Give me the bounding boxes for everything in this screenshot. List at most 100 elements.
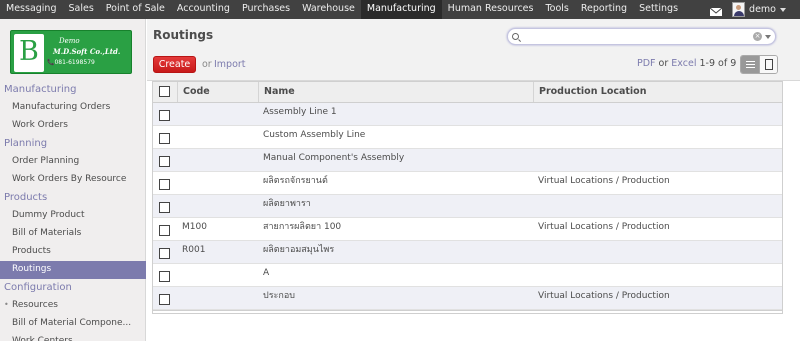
- sidebar-item-label: Products: [12, 246, 51, 256]
- cell-name: ผลิตรถจักรยานต์: [263, 176, 328, 186]
- select-all-checkbox[interactable]: [159, 86, 170, 97]
- sidebar-item-label: Routings: [12, 264, 52, 274]
- top-menu-item-manufacturing[interactable]: Manufacturing: [360, 0, 442, 19]
- top-menu-bar: Messaging Sales Point of Sale Accounting Pur…: [0, 0, 800, 19]
- top-menu-item-tools[interactable]: Tools: [539, 0, 574, 19]
- user-name[interactable]: demo: [749, 4, 776, 15]
- sidebar-item-work-orders-by-resource[interactable]: Work Orders By Resource: [0, 171, 146, 189]
- table-row[interactable]: Custom Assembly Line: [153, 126, 782, 149]
- sidebar-heading-products: Products: [4, 192, 48, 203]
- table-row[interactable]: ผลิตรถจักรยานต์ Virtual Locations / Produ…: [153, 172, 782, 195]
- sidebar-item-label: Work Orders By Resource: [12, 174, 127, 184]
- row-checkbox[interactable]: [159, 294, 170, 305]
- logo-phone: 📞081-6198579: [47, 59, 95, 66]
- top-menu-item-human-resources[interactable]: Human Resources: [442, 0, 540, 19]
- sidebar-item-routings[interactable]: Routings: [0, 261, 146, 279]
- row-checkbox[interactable]: [159, 202, 170, 213]
- sidebar-item-label: Order Planning: [12, 156, 80, 166]
- main-content: Routings × Create or Import PDF or Excel…: [147, 19, 800, 341]
- sidebar-item-label: Bill of Material Compone...: [12, 318, 132, 328]
- sidebar-item-resources[interactable]: • Resources: [0, 297, 146, 315]
- pdf-link[interactable]: PDF: [637, 58, 656, 69]
- sidebar-item-order-planning[interactable]: Order Planning: [0, 153, 146, 171]
- table-row[interactable]: A: [153, 264, 782, 287]
- table-row[interactable]: Manual Component's Assembly: [153, 149, 782, 172]
- logo-letter: B: [19, 36, 39, 67]
- row-checkbox[interactable]: [159, 271, 170, 282]
- logo-line-2: M.D.Soft Co.,Ltd.: [53, 47, 121, 56]
- page-title: Routings: [153, 28, 214, 42]
- cell-name: Assembly Line 1: [263, 107, 337, 117]
- sidebar-heading-manufacturing: Manufacturing: [4, 84, 77, 95]
- search-icon: [512, 33, 519, 40]
- list-view-button[interactable]: [741, 56, 759, 73]
- sidebar-item-products[interactable]: Products: [0, 243, 146, 261]
- list-view-icon: [746, 61, 755, 68]
- sidebar-item-bill-of-material-compone[interactable]: Bill of Material Compone...: [0, 315, 146, 333]
- row-checkbox[interactable]: [159, 179, 170, 190]
- search-options-caret-icon[interactable]: [765, 35, 771, 39]
- top-menu-item-accounting[interactable]: Accounting: [171, 0, 236, 19]
- cell-location: Virtual Locations / Production: [538, 291, 670, 301]
- table-footer: [153, 310, 782, 313]
- table-row[interactable]: Assembly Line 1: [153, 103, 782, 126]
- create-button[interactable]: Create: [153, 56, 196, 73]
- cell-name: ประกอบ: [263, 291, 295, 301]
- user-area: demo: [710, 0, 800, 19]
- column-header-code[interactable]: Code: [177, 82, 260, 102]
- row-checkbox[interactable]: [159, 156, 170, 167]
- top-menu-item-purchases[interactable]: Purchases: [236, 0, 296, 19]
- column-header-production-location[interactable]: Production Location: [533, 82, 782, 102]
- expand-bullet-icon: •: [4, 300, 9, 309]
- mail-icon[interactable]: [710, 8, 723, 16]
- company-logo[interactable]: B Demo M.D.Soft Co.,Ltd. 📞081-6198579: [10, 30, 132, 74]
- sidebar-item-dummy-product[interactable]: Dummy Product: [0, 207, 146, 225]
- table-row[interactable]: ผลิตยาพารา: [153, 195, 782, 218]
- sidebar-item-label: Work Centers: [12, 336, 73, 341]
- logo-mark: B: [14, 34, 44, 72]
- import-link[interactable]: Import: [214, 59, 246, 70]
- table-row[interactable]: ประกอบ Virtual Locations / Production: [153, 287, 782, 310]
- search-box[interactable]: ×: [507, 28, 776, 45]
- sidebar-item-label: Dummy Product: [12, 210, 85, 220]
- sidebar-item-label: Work Orders: [12, 120, 68, 130]
- excel-link[interactable]: Excel: [671, 58, 696, 69]
- sidebar-item-work-centers[interactable]: Work Centers: [0, 333, 146, 341]
- sidebar-heading-planning: Planning: [4, 138, 48, 149]
- row-checkbox[interactable]: [159, 110, 170, 121]
- clear-search-icon[interactable]: ×: [753, 32, 762, 41]
- top-menu-item-messaging[interactable]: Messaging: [0, 0, 62, 19]
- cell-code: R001: [182, 245, 206, 255]
- or-text-2: or: [658, 58, 669, 69]
- cell-name: A: [263, 268, 270, 278]
- row-checkbox[interactable]: [159, 133, 170, 144]
- avatar[interactable]: [732, 2, 746, 17]
- table-row[interactable]: R001 ผลิตยาอมสมุนไพร: [153, 241, 782, 264]
- pager-value[interactable]: 1-9 of 9: [700, 58, 737, 69]
- top-menu-item-point-of-sale[interactable]: Point of Sale: [100, 0, 171, 19]
- sidebar: B Demo M.D.Soft Co.,Ltd. 📞081-6198579 Ma…: [0, 19, 146, 341]
- form-view-icon: [764, 59, 773, 70]
- table-row[interactable]: M100 สายการผลิตยา 100 Virtual Locations / …: [153, 218, 782, 241]
- column-header-name[interactable]: Name: [258, 82, 533, 102]
- cell-name: ผลิตยาพารา: [263, 199, 311, 209]
- search-input[interactable]: [523, 30, 748, 43]
- user-menu-caret-icon[interactable]: [780, 7, 786, 12]
- view-switcher: [740, 55, 778, 74]
- top-menu-item-warehouse[interactable]: Warehouse: [296, 0, 361, 19]
- top-menu-item-reporting[interactable]: Reporting: [575, 0, 633, 19]
- row-checkbox[interactable]: [159, 225, 170, 236]
- scrollbar[interactable]: [783, 81, 800, 341]
- form-view-button[interactable]: [758, 56, 777, 73]
- routings-table: Code Name Production Location Assembly L…: [152, 81, 783, 314]
- or-text: or: [202, 59, 212, 70]
- export-and-pager: PDF or Excel 1-9 of 9: [637, 58, 736, 69]
- row-checkbox[interactable]: [159, 248, 170, 259]
- cell-name: สายการผลิตยา 100: [263, 222, 342, 232]
- cell-location: Virtual Locations / Production: [538, 176, 670, 186]
- sidebar-item-work-orders[interactable]: Work Orders: [0, 117, 146, 135]
- top-menu-item-settings[interactable]: Settings: [633, 0, 684, 19]
- sidebar-item-manufacturing-orders[interactable]: Manufacturing Orders: [0, 99, 146, 117]
- top-menu-item-sales[interactable]: Sales: [62, 0, 99, 19]
- sidebar-item-bill-of-materials[interactable]: Bill of Materials: [0, 225, 146, 243]
